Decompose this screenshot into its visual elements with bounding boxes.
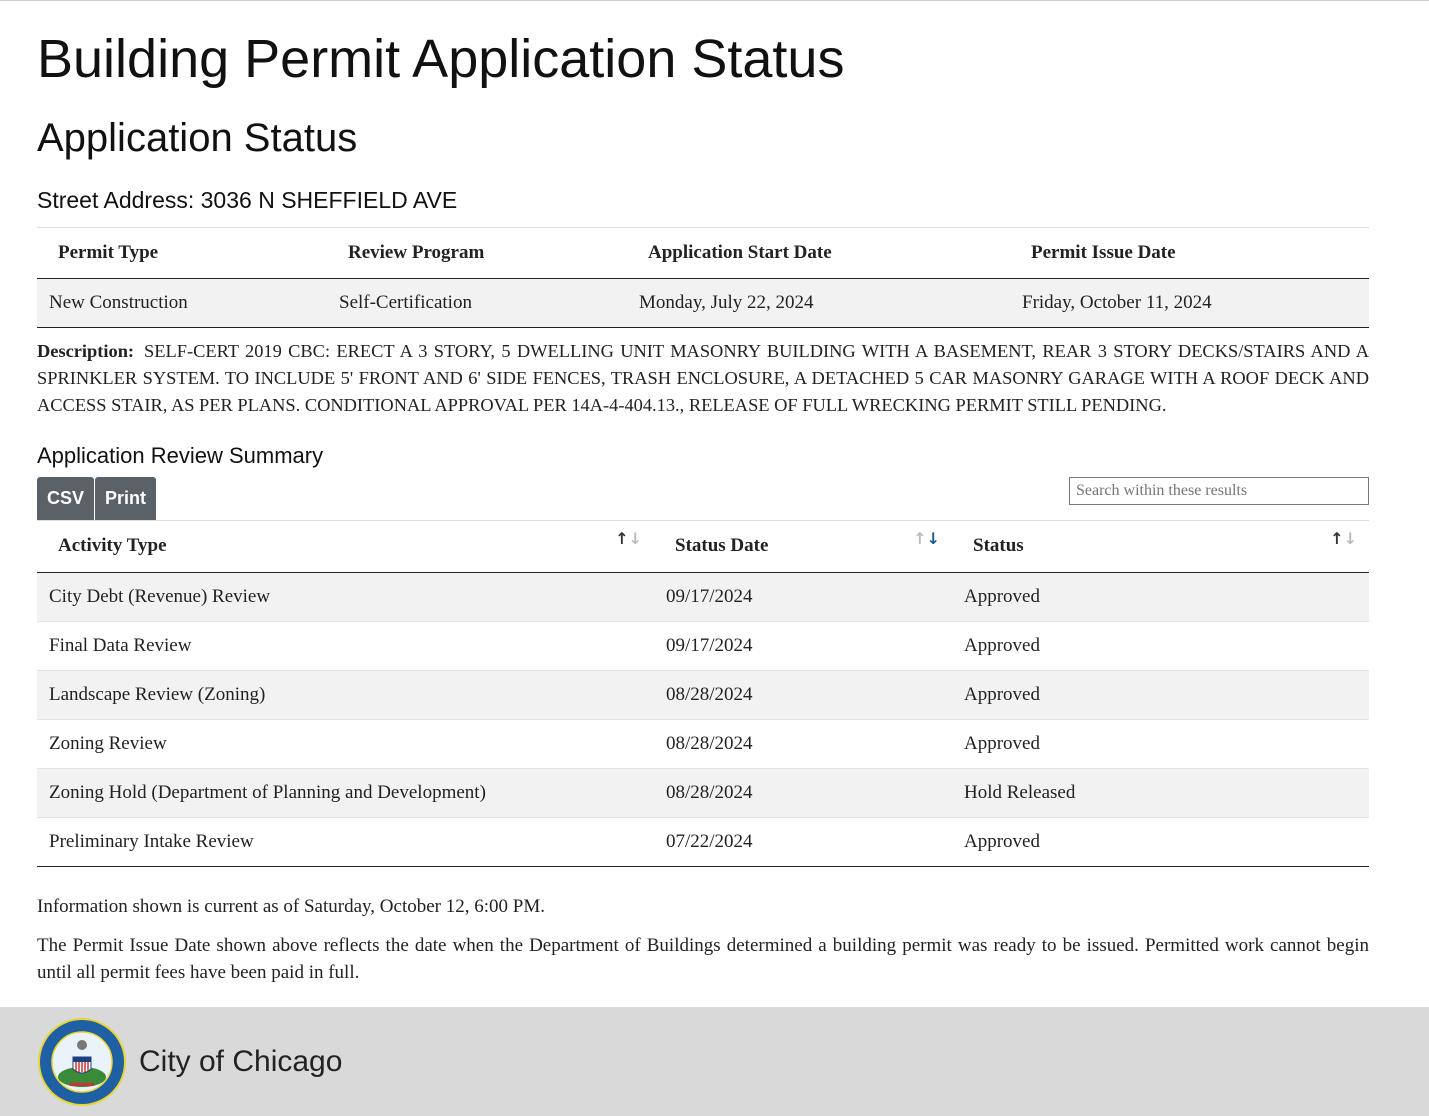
header-start-date: Application Start Date [627, 227, 1010, 279]
description-label: Description: [37, 341, 135, 361]
print-button[interactable]: Print [95, 477, 157, 520]
status: Approved [952, 817, 1369, 867]
table-row: Final Data Review 09/17/2024 Approved [37, 621, 1369, 671]
status: Approved [952, 670, 1369, 720]
header-status[interactable]: Status ↑↓ [952, 520, 1369, 573]
description: Description: SELF-CERT 2019 CBC: ERECT A … [37, 338, 1369, 419]
activity-type: Landscape Review (Zoning) [37, 670, 654, 720]
header-permit-type: Permit Type [37, 227, 327, 279]
status-date: 09/17/2024 [654, 621, 952, 671]
status-date: 08/28/2024 [654, 768, 952, 818]
activity-type: Preliminary Intake Review [37, 817, 654, 867]
status: Approved [952, 719, 1369, 769]
sort-descending-icon[interactable]: ↑↓ [913, 529, 940, 548]
header-activity-type[interactable]: Activity Type ↑↓ [37, 520, 654, 573]
review-summary-title: Application Review Summary [37, 443, 324, 468]
current-as-of-note: Information shown is current as of Satur… [37, 896, 545, 917]
city-seal-logo [38, 1017, 126, 1106]
header-label: Status [973, 535, 1024, 556]
status-date: 09/17/2024 [654, 572, 952, 622]
footer-title: City of Chicago [139, 1044, 343, 1078]
table-row: City Debt (Revenue) Review 09/17/2024 Appr… [37, 572, 1369, 622]
permit-table: Permit Type Review Program Application S… [37, 227, 1369, 328]
search-input[interactable] [1069, 477, 1369, 505]
activity-type: Zoning Review [37, 719, 654, 769]
status-date: 08/28/2024 [654, 719, 952, 769]
status: Approved [952, 621, 1369, 671]
page-title: Building Permit Application Status [37, 29, 845, 89]
issue-date: Friday, October 11, 2024 [1010, 278, 1369, 328]
header-label: Activity Type [58, 535, 167, 556]
table-row: Zoning Review 08/28/2024 Approved [37, 719, 1369, 769]
permit-row: New Construction Self-Certification Mond… [37, 278, 1369, 328]
permit-type: New Construction [37, 278, 327, 328]
status-date: 08/28/2024 [654, 670, 952, 720]
header-review-program: Review Program [327, 227, 627, 279]
activity-type: Final Data Review [37, 621, 654, 671]
table-row: Preliminary Intake Review 07/22/2024 Appro… [37, 817, 1369, 867]
street-address: Street Address: 3036 N SHEFFIELD AVE [37, 187, 458, 213]
sort-icon[interactable]: ↑↓ [615, 529, 642, 548]
header-issue-date: Permit Issue Date [1010, 227, 1369, 279]
table-row: Zoning Hold (Department of Planning and … [37, 768, 1369, 818]
csv-button[interactable]: CSV [37, 477, 95, 520]
description-text: SELF-CERT 2019 CBC: ERECT A 3 STORY, 5 D… [37, 341, 1369, 415]
header-label: Status Date [675, 535, 769, 556]
activity-type: City Debt (Revenue) Review [37, 572, 654, 622]
status: Hold Released [952, 768, 1369, 818]
activity-type: Zoning Hold (Department of Planning and … [37, 768, 654, 818]
status-date: 07/22/2024 [654, 817, 952, 867]
review-table: Activity Type ↑↓ Status Date ↑↓ Status ↑↓ C… [37, 520, 1369, 867]
issue-date-note: The Permit Issue Date shown above reflec… [37, 935, 1369, 983]
review-program: Self-Certification [327, 278, 627, 328]
sort-icon[interactable]: ↑↓ [1330, 529, 1357, 548]
table-row: Landscape Review (Zoning) 08/28/2024 Appro… [37, 670, 1369, 720]
section-title: Application Status [37, 116, 358, 160]
header-status-date[interactable]: Status Date ↑↓ [654, 520, 952, 573]
status: Approved [952, 572, 1369, 622]
start-date: Monday, July 22, 2024 [627, 278, 1010, 328]
footer: City of Chicago [0, 1007, 1429, 1116]
